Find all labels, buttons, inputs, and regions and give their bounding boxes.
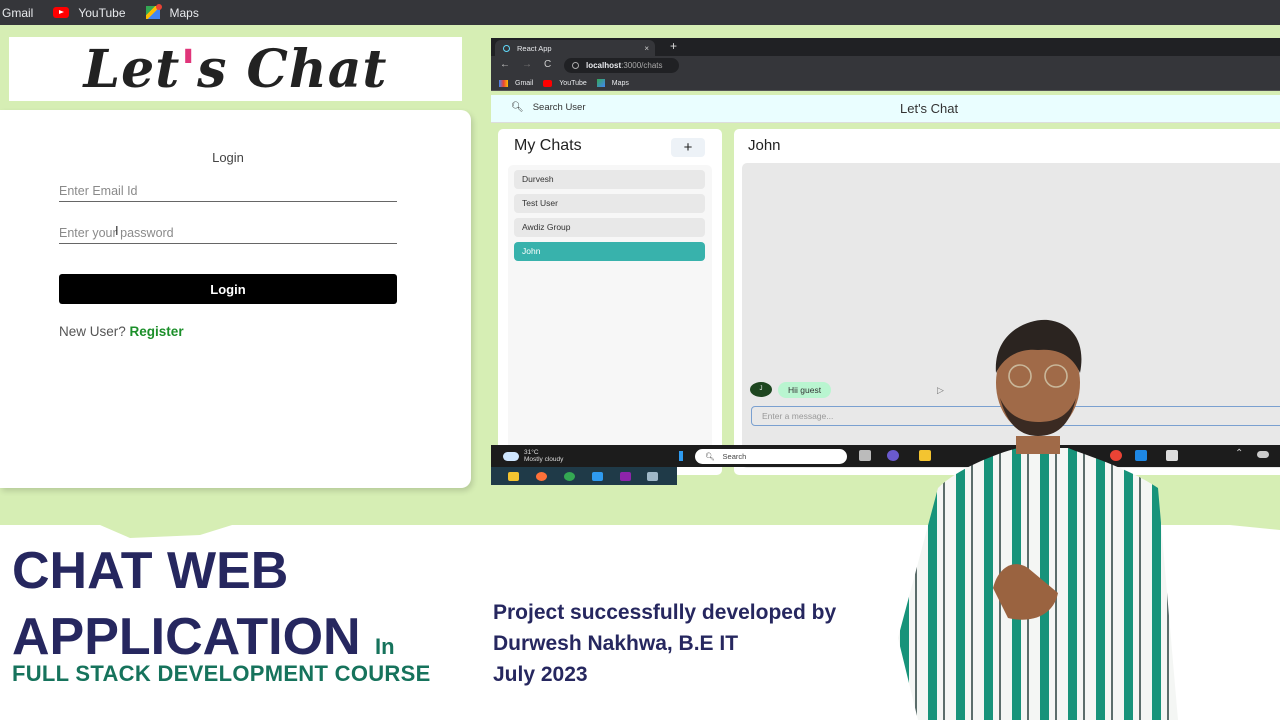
youtube-icon: [543, 79, 553, 87]
chat-item[interactable]: Awdiz Group: [514, 218, 705, 237]
bookmark-label: YouTube: [78, 5, 126, 20]
bookmark-youtube[interactable]: YouTube: [53, 5, 126, 20]
taskbar-search[interactable]: 🔍︎ Search: [695, 449, 847, 464]
bookmark-gmail[interactable]: Gmail: [2, 6, 33, 20]
url-path: :3000/chats: [621, 61, 663, 70]
gmail-icon: [499, 79, 508, 87]
headline-line-2: APPLICATION: [12, 608, 361, 666]
search-user-button[interactable]: 🔍︎ Search User: [511, 102, 586, 113]
register-link[interactable]: Register: [130, 324, 184, 339]
credit-line: July 2023: [493, 663, 588, 686]
chat-item[interactable]: Durvesh: [514, 170, 705, 189]
app-icon[interactable]: [620, 472, 631, 481]
credit-line: Project successfully developed by: [493, 601, 837, 624]
cloud-icon: [503, 447, 519, 461]
new-user-prompt: New User? Register: [59, 324, 184, 339]
browser-bookmarks-bar: Gmail YouTube Maps: [491, 76, 1280, 91]
login-card: Login I Login New User? Register: [0, 110, 471, 488]
credit-line: Durwesh Nakhwa, B.E IT: [493, 632, 739, 655]
bookmark-label: Maps: [169, 5, 199, 20]
tab-title: React App: [517, 43, 552, 53]
search-icon: 🔍︎: [705, 452, 715, 461]
login-title: Login: [212, 150, 244, 165]
maps-icon: [596, 79, 605, 87]
address-bar-row: ← → C localhost:3000/chats: [491, 56, 1280, 76]
bookmark-youtube[interactable]: YouTube: [559, 80, 587, 87]
close-tab-icon[interactable]: ×: [644, 44, 649, 53]
new-tab-button[interactable]: +: [670, 39, 677, 53]
forward-icon[interactable]: →: [522, 59, 532, 70]
message-bubble: Hii guest: [778, 382, 832, 398]
promo-headline: CHAT WEB APPLICATION In: [12, 538, 395, 680]
app-logo: Let's Chat: [83, 38, 388, 100]
app-header: 🔍︎ Search User Let's Chat: [491, 95, 1280, 123]
chat-item-active[interactable]: John: [514, 242, 705, 261]
taskbar-search-label: Search: [722, 452, 747, 461]
weather-status: Mostly cloudy: [524, 456, 564, 463]
reload-icon[interactable]: C: [544, 59, 551, 70]
tray-chevron-icon[interactable]: ⌃: [1235, 448, 1243, 459]
headline-line-1: CHAT WEB: [12, 542, 289, 600]
bookmark-gmail[interactable]: Gmail: [515, 80, 533, 87]
new-user-text: New User?: [59, 324, 126, 339]
url-host: localhost: [586, 61, 622, 70]
new-group-button[interactable]: +: [671, 138, 705, 157]
bookmark-maps[interactable]: Maps: [145, 4, 199, 20]
chat-list: Durvesh Test User Awdiz Group John: [508, 165, 712, 467]
tab-bar: React App × +: [491, 38, 1280, 56]
app-title: Let's Chat: [900, 101, 959, 116]
maps-icon: [145, 4, 162, 19]
url-bar[interactable]: localhost:3000/chats: [564, 58, 679, 73]
text-cursor-icon: I: [115, 223, 119, 238]
temperature: 31°C: [524, 449, 539, 456]
task-view-icon[interactable]: [859, 450, 871, 461]
chat-item[interactable]: Test User: [514, 194, 705, 213]
firefox-icon[interactable]: [536, 472, 547, 481]
password-field[interactable]: [59, 222, 397, 244]
info-icon: [572, 62, 579, 69]
logo-card: Let's Chat: [9, 37, 462, 101]
weather-widget[interactable]: 31°C Mostly cloudy: [503, 447, 564, 463]
avatar: J: [750, 382, 772, 397]
my-chats-panel: My Chats + Durvesh Test User Awdiz Group…: [498, 129, 722, 475]
windows-start-icon[interactable]: [679, 451, 683, 461]
tab-react-app[interactable]: React App ×: [495, 40, 655, 56]
onedrive-icon[interactable]: [1257, 451, 1269, 458]
search-user-label: Search User: [532, 102, 586, 113]
developer-photo: [898, 319, 1178, 720]
paint-icon[interactable]: [647, 472, 658, 481]
chat-title: John: [748, 137, 781, 154]
react-icon: [503, 44, 510, 52]
login-button[interactable]: Login: [59, 274, 397, 304]
search-icon: 🔍︎: [511, 102, 524, 113]
file-explorer-icon[interactable]: [508, 472, 519, 481]
bookmarks-bar: Gmail YouTube Maps: [0, 0, 1280, 25]
chrome-icon[interactable]: [564, 472, 575, 481]
project-credits: Project successfully developed by Durwes…: [493, 597, 836, 690]
promo-subheadline: FULL STACK DEVELOPMENT COURSE: [12, 661, 431, 686]
email-field[interactable]: [59, 180, 397, 202]
youtube-icon: [53, 7, 70, 18]
bookmark-maps[interactable]: Maps: [612, 80, 629, 87]
headline-in: In: [375, 634, 395, 659]
back-icon[interactable]: ←: [500, 59, 510, 70]
bookmark-label: Gmail: [2, 5, 34, 20]
my-chats-title: My Chats: [514, 137, 582, 154]
app-icon[interactable]: [592, 472, 603, 481]
